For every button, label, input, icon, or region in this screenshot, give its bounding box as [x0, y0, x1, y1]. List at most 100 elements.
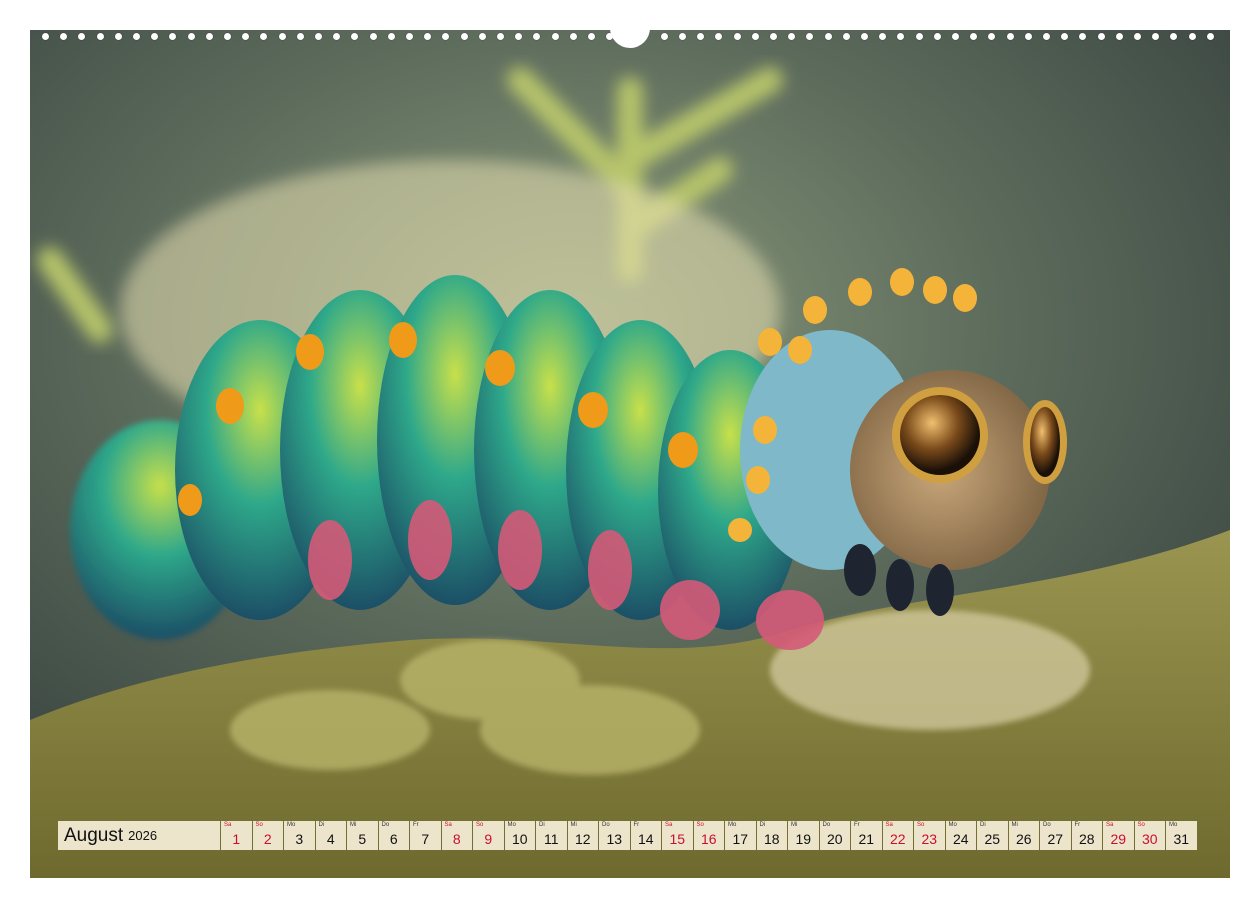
day-abbr: Fr	[1074, 822, 1081, 828]
day-abbr: Mo	[728, 822, 737, 828]
binding-hole	[133, 33, 140, 40]
binding-hole	[1115, 33, 1123, 40]
binding-hole	[1188, 33, 1196, 40]
day-abbr: Di	[980, 822, 986, 828]
day-cell: So 23	[914, 821, 945, 850]
day-abbr: So	[917, 822, 925, 828]
day-cell: Do 13	[599, 821, 630, 850]
binding-hole	[697, 33, 705, 40]
day-abbr: Sa	[444, 822, 452, 828]
day-abbr: So	[476, 822, 484, 828]
binding-hole	[96, 33, 104, 40]
day-number: 5	[358, 831, 367, 847]
day-number: 30	[1141, 831, 1158, 847]
day-cell: Fr 7	[410, 821, 441, 850]
day-number: 7	[421, 831, 430, 847]
binding-hole	[78, 33, 86, 40]
day-abbr: Fr	[633, 822, 640, 828]
binding-hole	[460, 33, 468, 40]
day-cell: Fr 21	[851, 821, 882, 850]
binding-hole	[679, 33, 686, 40]
binding-hole	[569, 33, 577, 40]
day-number: 31	[1173, 831, 1190, 847]
binding-hole	[1061, 33, 1069, 40]
binding-hole	[351, 33, 359, 40]
day-number: 25	[984, 831, 1001, 847]
day-abbr: Sa	[665, 822, 673, 828]
binding-hole	[369, 33, 377, 40]
binding-hole	[387, 33, 395, 40]
binding-hole	[205, 33, 213, 40]
binding-hole	[806, 33, 814, 40]
day-number: 21	[858, 831, 875, 847]
day-abbr: Mi	[350, 822, 357, 828]
binding-hole	[861, 33, 868, 40]
binding-hole	[1079, 33, 1087, 40]
day-number: 11	[543, 831, 559, 847]
day-number: 15	[669, 831, 686, 847]
binding-hole	[842, 33, 850, 40]
day-cell: Mi 19	[788, 821, 819, 850]
day-abbr: Mo	[1169, 822, 1178, 828]
day-abbr: Mo	[287, 822, 296, 828]
day-number: 26	[1015, 831, 1032, 847]
day-abbr: So	[1137, 822, 1145, 828]
day-abbr: Sa	[224, 822, 232, 828]
binding-hole	[824, 33, 832, 40]
binding-hole	[424, 33, 432, 40]
day-abbr: Sa	[1106, 822, 1114, 828]
day-cells: Sa 1 So 2 Mo 3 Di 4 Mi 5 Do 6 Fr 7 Sa 8 So 9 Mo 10 Di 11 Mi 12 D…	[221, 821, 1198, 850]
binding-hole	[60, 33, 68, 40]
day-cell: So 2	[252, 821, 283, 850]
binding-hole	[1043, 33, 1050, 40]
day-number: 13	[606, 831, 623, 847]
day-cell: Mo 31	[1166, 821, 1197, 850]
day-cell: Di 4	[315, 821, 346, 850]
day-number: 27	[1047, 831, 1064, 847]
day-number: 3	[295, 831, 304, 847]
day-cell: Mi 5	[347, 821, 378, 850]
binding-hole	[660, 33, 668, 40]
day-abbr: Mi	[570, 822, 577, 828]
day-cell: Di 25	[977, 821, 1008, 850]
binding-hole	[1152, 33, 1160, 40]
day-number: 28	[1078, 831, 1095, 847]
day-number: 16	[700, 831, 717, 847]
binding-hole	[715, 33, 723, 40]
binding-hole	[1024, 33, 1032, 40]
day-number: 14	[637, 831, 654, 847]
binding-hole	[933, 33, 941, 40]
binding-hole	[733, 33, 741, 40]
day-number: 20	[826, 831, 843, 847]
binding-hole	[897, 33, 905, 40]
day-abbr: Di	[539, 822, 545, 828]
binding-hole	[42, 33, 49, 40]
day-number: 1	[232, 831, 241, 847]
binding-hole	[169, 33, 177, 40]
day-cell: Di 18	[756, 821, 787, 850]
day-number: 8	[452, 831, 461, 847]
day-number: 12	[574, 831, 591, 847]
day-number: 2	[263, 831, 272, 847]
binding-hole	[187, 33, 195, 40]
binding-hole	[114, 33, 122, 40]
day-abbr: Do	[1043, 822, 1051, 828]
binding-hole	[515, 33, 523, 40]
day-cell: Mo 24	[945, 821, 976, 850]
day-cell: Mo 3	[284, 821, 315, 850]
binding-hole	[770, 33, 777, 40]
binding-hole	[1170, 33, 1178, 40]
day-cell: Fr 28	[1071, 821, 1102, 850]
binding-hole	[278, 33, 286, 40]
day-cell: So 16	[693, 821, 724, 850]
day-abbr: Sa	[885, 822, 893, 828]
binding-hole	[406, 33, 413, 40]
calendar-strip: August 2026 Sa 1 So 2 Mo 3 Di 4 Mi 5 Do 6 Fr 7 Sa 8 So 9 M…	[58, 821, 1198, 850]
day-cell: Do 27	[1040, 821, 1071, 850]
day-cell: So 9	[473, 821, 504, 850]
month-label: August 2026	[58, 821, 220, 850]
day-cell: Mi 12	[567, 821, 598, 850]
day-number: 24	[952, 831, 969, 847]
caterpillar-photo	[30, 30, 1230, 878]
month-name: August	[64, 824, 124, 846]
